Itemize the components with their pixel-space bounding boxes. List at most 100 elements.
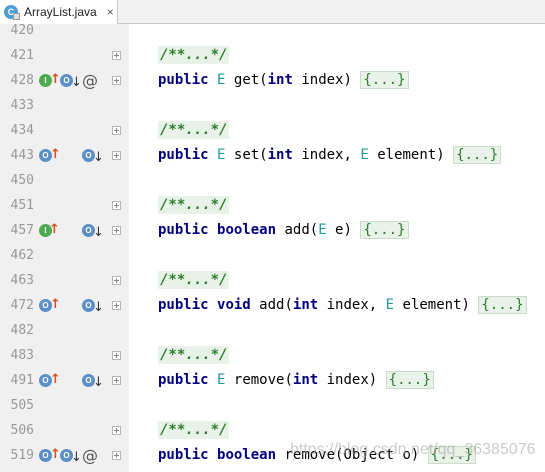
line-number: 451 — [10, 198, 34, 213]
fold-toggle-icon[interactable] — [112, 276, 121, 285]
code-line: 420 — [0, 20, 545, 45]
line-number: 482 — [10, 323, 34, 338]
code-line: 434 /**...*/ — [0, 120, 545, 145]
keyword: void — [217, 297, 251, 313]
code-line: 421 /**...*/ — [0, 45, 545, 70]
line-number: 506 — [10, 423, 34, 438]
line-number: 463 — [10, 273, 34, 288]
folded-body[interactable]: {...} — [360, 221, 409, 239]
folded-comment[interactable]: /**...*/ — [158, 46, 230, 64]
code-line: 451 /**...*/ — [0, 195, 545, 220]
folded-comment[interactable]: /**...*/ — [158, 271, 230, 289]
keyword: public — [158, 222, 209, 238]
fold-toggle-icon[interactable] — [112, 226, 121, 235]
code-line: 472 O ↑ O ↓ public void add(int index, E elem… — [0, 295, 545, 320]
method-signature[interactable]: public E remove(int index) {...} — [158, 371, 434, 389]
line-number: 428 — [10, 73, 34, 88]
code-line: 450 — [0, 170, 545, 195]
return-type: E — [217, 372, 226, 388]
fold-toggle-icon[interactable] — [112, 351, 121, 360]
arrow-up-icon[interactable]: ↑ — [50, 147, 61, 162]
code-line: 433 — [0, 95, 545, 120]
doc-comment[interactable]: /**...*/ — [158, 421, 230, 439]
line-number: 457 — [10, 223, 34, 238]
folded-comment[interactable]: /**...*/ — [158, 421, 230, 439]
param-type: E — [318, 222, 327, 238]
method-signature[interactable]: public boolean add(E e) {...} — [158, 221, 409, 239]
param-type: E — [385, 297, 395, 313]
line-number: 505 — [10, 398, 34, 413]
folded-comment[interactable]: /**...*/ — [158, 196, 230, 214]
code-line: 443 O ↑ O ↓ public E set(int index, E element… — [0, 145, 545, 170]
doc-comment[interactable]: /**...*/ — [158, 121, 230, 139]
arrow-up-icon[interactable]: ↑ — [50, 297, 61, 312]
param-type: int — [267, 147, 293, 163]
arrow-down-icon[interactable]: ↓ — [71, 450, 82, 465]
arrow-up-icon[interactable]: ↑ — [50, 372, 61, 387]
arrow-down-icon[interactable]: ↓ — [93, 375, 104, 390]
line-number: 462 — [10, 248, 34, 263]
param-type: int — [292, 372, 319, 388]
line-number: 420 — [10, 23, 34, 38]
keyword: public — [158, 372, 209, 388]
param-type: int — [267, 72, 293, 88]
folded-comment[interactable]: /**...*/ — [158, 346, 230, 364]
java-class-icon: C — [4, 5, 20, 20]
close-icon[interactable]: × — [107, 5, 114, 19]
method-signature[interactable]: public E set(int index, E element) {...} — [158, 146, 502, 164]
folded-body[interactable]: {...} — [360, 71, 409, 89]
annotation-icon[interactable]: @ — [82, 71, 98, 90]
code-line: 463 /**...*/ — [0, 270, 545, 295]
fold-toggle-icon[interactable] — [112, 151, 121, 160]
annotation-icon[interactable]: @ — [82, 446, 98, 465]
return-type: E — [217, 147, 226, 163]
method-signature[interactable]: public E get(int index) {...} — [158, 71, 409, 89]
code-line: 483 /**...*/ — [0, 345, 545, 370]
line-number: 434 — [10, 123, 34, 138]
method-signature[interactable]: public void add(int index, E element) {.… — [158, 296, 527, 314]
line-number: 483 — [10, 348, 34, 363]
folded-comment[interactable]: /**...*/ — [158, 121, 230, 139]
doc-comment[interactable]: /**...*/ — [158, 46, 230, 64]
line-number: 433 — [10, 98, 34, 113]
fold-toggle-icon[interactable] — [112, 426, 121, 435]
doc-comment[interactable]: /**...*/ — [158, 271, 230, 289]
line-number: 450 — [10, 173, 34, 188]
arrow-down-icon[interactable]: ↓ — [93, 225, 104, 240]
line-number: 491 — [10, 373, 34, 388]
keyword: public — [158, 447, 209, 463]
doc-comment[interactable]: /**...*/ — [158, 346, 230, 364]
code-line: 491 O ↑ O ↓ public E remove(int index) {...} — [0, 370, 545, 395]
line-number: 443 — [10, 148, 34, 163]
fold-toggle-icon[interactable] — [112, 376, 121, 385]
folded-body[interactable]: {...} — [385, 371, 434, 389]
arrow-down-icon[interactable]: ↓ — [93, 150, 104, 165]
fold-toggle-icon[interactable] — [112, 51, 121, 60]
arrow-down-icon[interactable]: ↓ — [71, 75, 82, 90]
line-number: 421 — [10, 48, 34, 63]
code-line: 428 I ↑ O ↓ @ public E get(int index) {...} — [0, 70, 545, 95]
keyword: boolean — [217, 222, 277, 238]
fold-toggle-icon[interactable] — [112, 451, 121, 460]
param-type: int — [292, 297, 319, 313]
arrow-down-icon[interactable]: ↓ — [93, 300, 104, 315]
return-type: E — [217, 72, 226, 88]
fold-toggle-icon[interactable] — [112, 301, 121, 310]
folded-body[interactable]: {...} — [478, 296, 527, 314]
fold-toggle-icon[interactable] — [112, 126, 121, 135]
keyword: boolean — [217, 447, 277, 463]
line-number: 519 — [10, 448, 34, 463]
doc-comment[interactable]: /**...*/ — [158, 196, 230, 214]
watermark: https://blog.csdn.net/qq_36385076 — [290, 441, 536, 458]
keyword: public — [158, 147, 209, 163]
fold-toggle-icon[interactable] — [112, 201, 121, 210]
keyword: public — [158, 297, 209, 313]
code-line: 482 — [0, 320, 545, 345]
code-line: 457 I ↑ O ↓ public boolean add(E e) {...} — [0, 220, 545, 245]
param-type: E — [360, 147, 369, 163]
code-line: 462 — [0, 245, 545, 270]
fold-toggle-icon[interactable] — [112, 76, 121, 85]
folded-body[interactable]: {...} — [453, 146, 502, 164]
arrow-up-icon[interactable]: ↑ — [49, 222, 60, 237]
keyword: public — [158, 72, 209, 88]
